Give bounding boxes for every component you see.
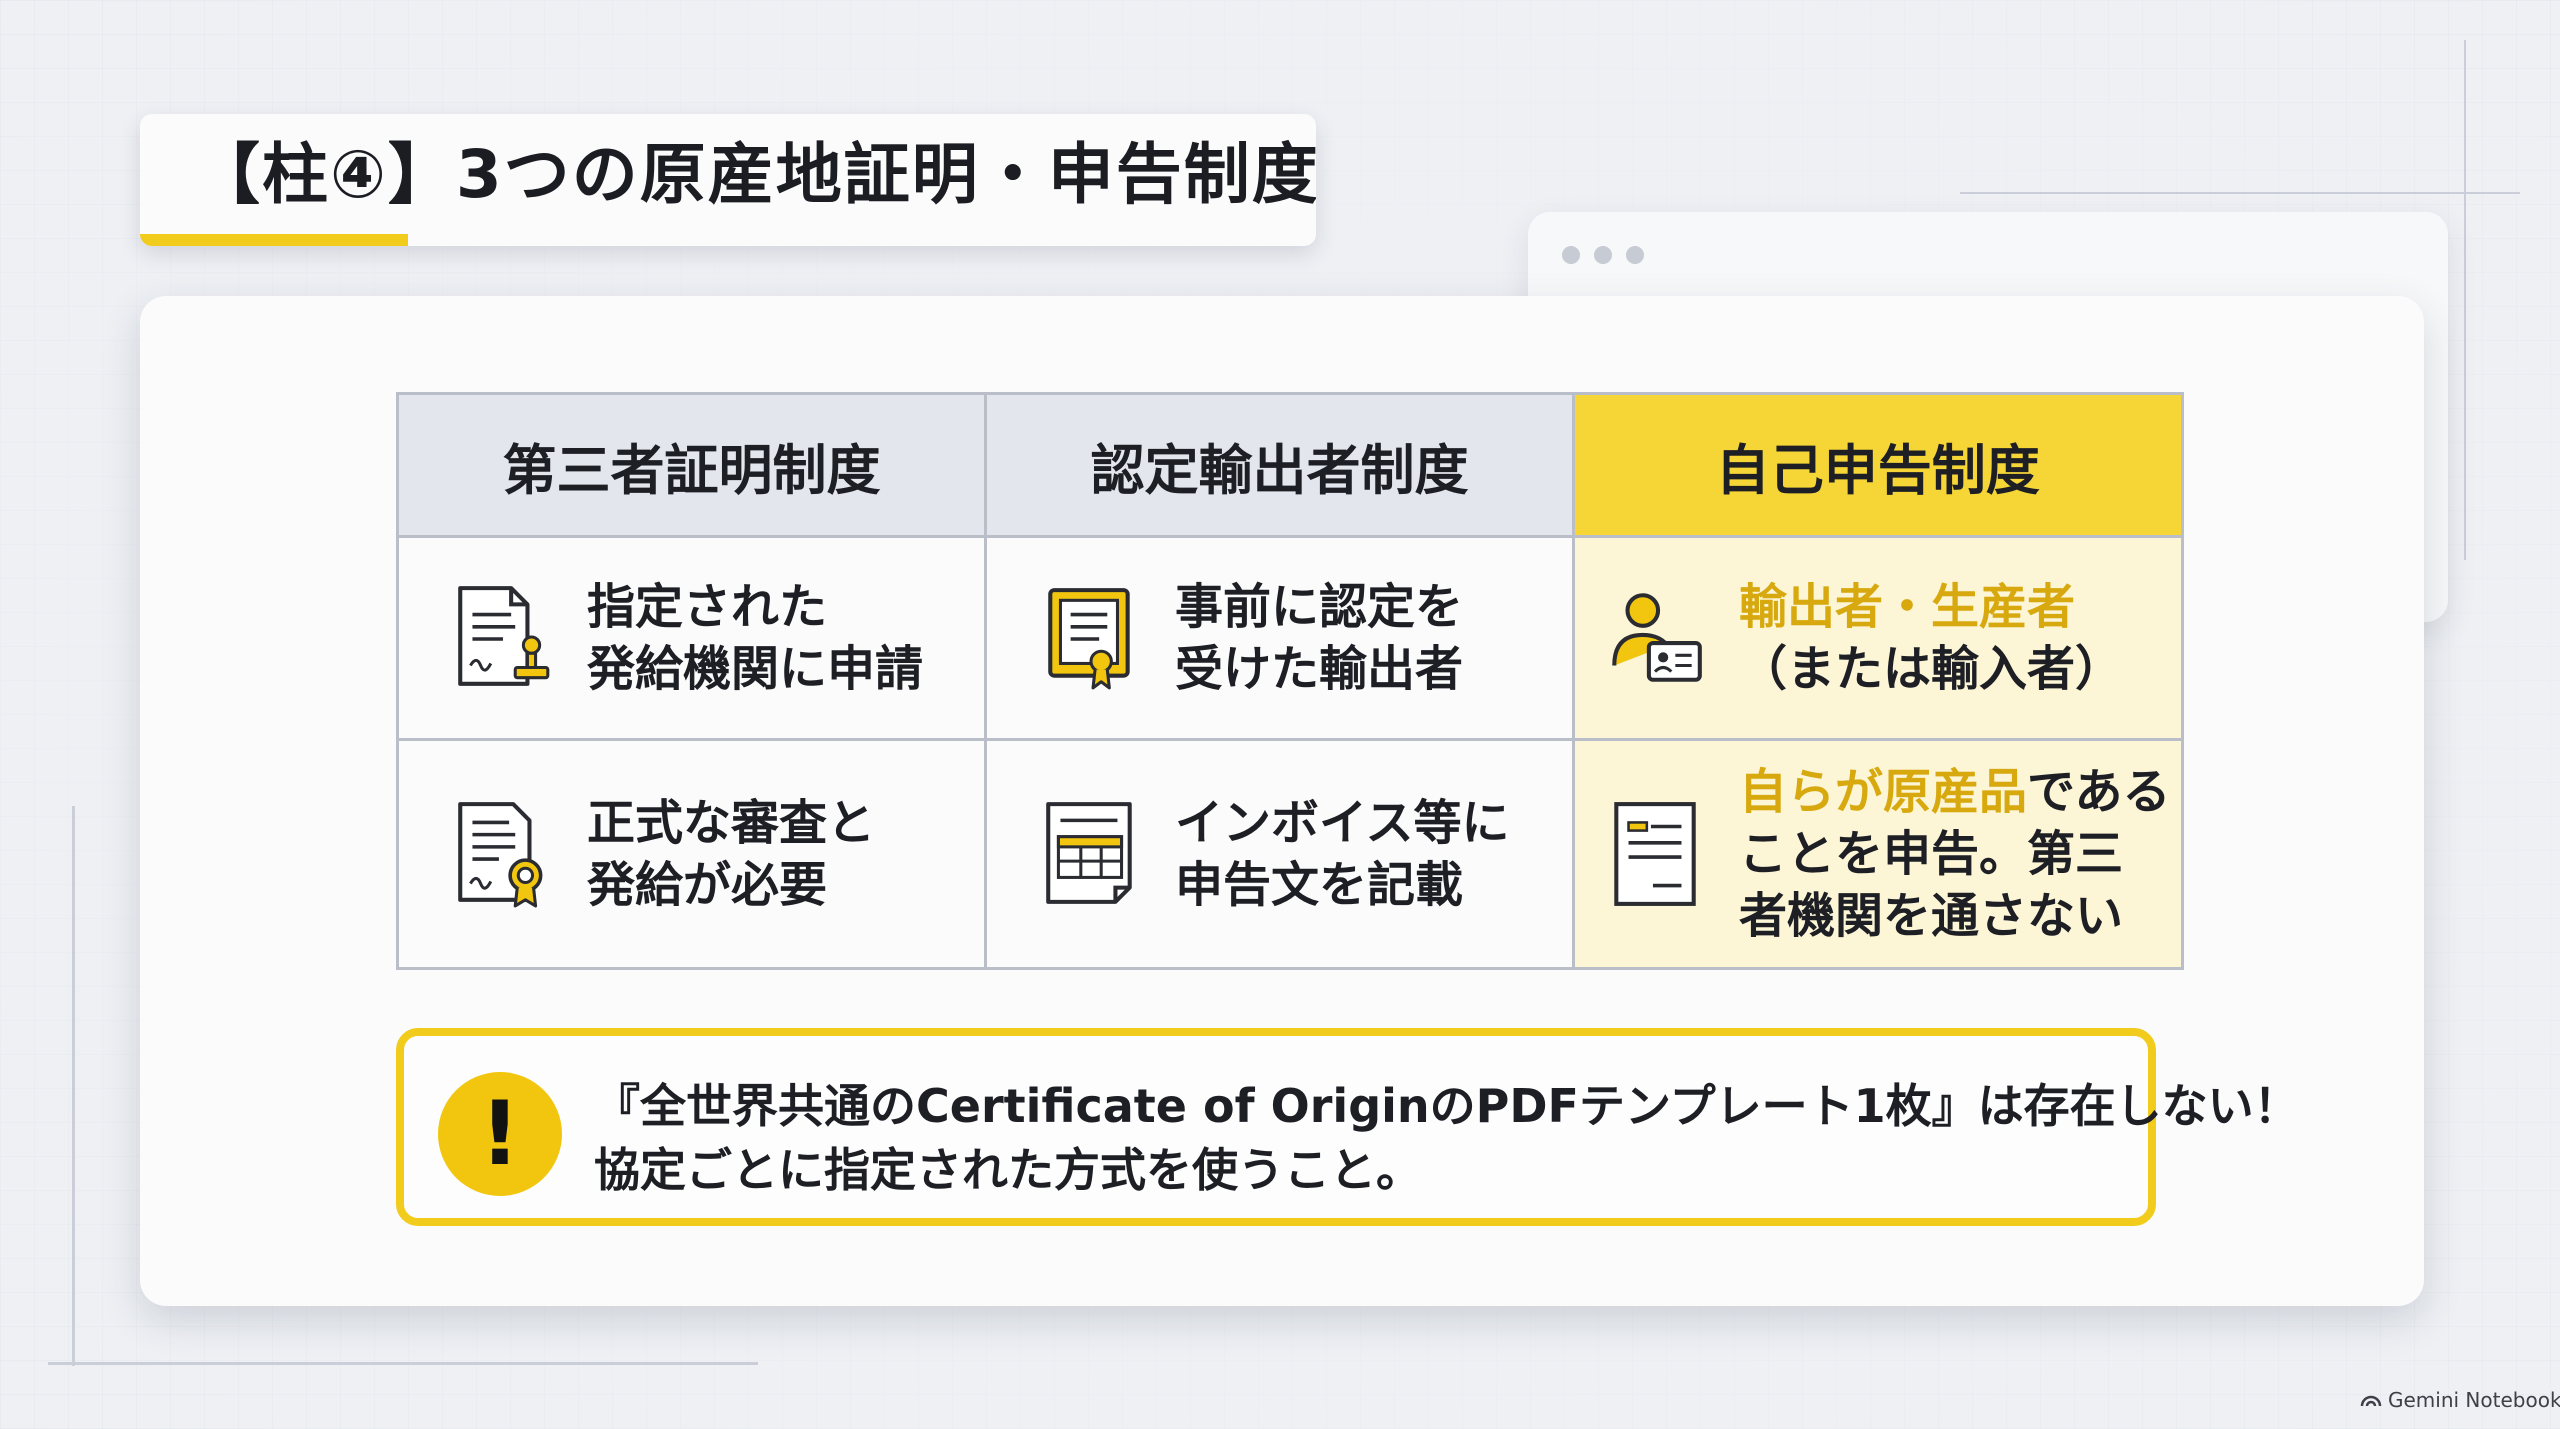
exclamation-icon: ! — [438, 1072, 562, 1196]
document-seal-icon — [458, 802, 543, 908]
warning-line-2: 協定ごとに指定された方式を使うこと。 — [594, 1143, 1422, 1197]
cell-text: 発給が必要 — [587, 857, 828, 913]
brand-watermark: Gemini Notebook — [2360, 1388, 2560, 1412]
header-approved-exporter: 認定輸出者制度 — [984, 392, 1575, 538]
cell-text: 申告文を記載 — [1175, 857, 1464, 913]
window-dots — [1562, 246, 1644, 264]
table-cell: 正式な審査と 発給が必要 — [396, 738, 987, 970]
cell-text: 事前に認定を — [1175, 579, 1464, 635]
cell-text: 正式な審査と — [587, 795, 876, 851]
table-header-row: 第三者証明制度 認定輸出者制度 自己申告制度 — [396, 392, 2184, 538]
notebook-logo-icon — [2360, 1395, 2382, 1407]
decor-axis-horizontal — [48, 1362, 758, 1365]
cell-text: ことを申告。第三 — [1739, 826, 2124, 882]
header-self-declaration: 自己申告制度 — [1572, 392, 2184, 538]
cell-text: である — [2027, 764, 2171, 820]
cell-text: 者機関を通さない — [1739, 888, 2124, 944]
cell-text: 受けた輸出者 — [1175, 641, 1464, 697]
title-accent-bar — [140, 234, 408, 246]
header-third-party: 第三者証明制度 — [396, 392, 987, 538]
comparison-table: 第三者証明制度 認定輸出者制度 自己申告制度 指定された 発給機関に申請 事前に… — [396, 392, 2184, 970]
cell-text: 発給機関に申請 — [587, 641, 924, 697]
cell-text-accent: 輸出者・生産者 — [1739, 579, 2076, 635]
table-cell: 自らが原産品である ことを申告。第三 者機関を通さない — [1572, 738, 2184, 970]
cell-text: 指定された — [587, 579, 828, 635]
table-row: 指定された 発給機関に申請 事前に認定を 受けた輸出者 輸出者・生産者 （または… — [396, 535, 2184, 741]
table-cell: 事前に認定を 受けた輸出者 — [984, 535, 1575, 741]
invoice-icon — [1046, 802, 1132, 904]
cell-text-accent: 自らが原産品 — [1739, 764, 2028, 820]
table-row: 正式な審査と 発給が必要 インボイス等に 申告文を記載 自らが原産品である こと… — [396, 738, 2184, 970]
window-dot — [1594, 246, 1612, 264]
cell-text: インボイス等に — [1175, 795, 1510, 851]
certificate-icon — [1048, 588, 1130, 690]
stamped-document-icon — [458, 586, 550, 686]
brand-label: Gemini Notebook — [2388, 1388, 2560, 1412]
declaration-document-icon — [1614, 802, 1696, 906]
title-box: 【柱④】3つの原産地証明・申告制度 — [140, 114, 1316, 246]
decor-line-top-right — [1960, 192, 2520, 194]
decor-line-right — [2464, 40, 2466, 560]
cell-text: （または輸入者） — [1739, 641, 2124, 697]
warning-line-1: 『全世界共通のCertificate of OriginのPDFテンプレート1枚… — [594, 1079, 2300, 1133]
window-dot — [1626, 246, 1644, 264]
table-cell: 指定された 発給機関に申請 — [396, 535, 987, 741]
warning-box: ! 『全世界共通のCertificate of OriginのPDFテンプレート… — [396, 1028, 2300, 1226]
page-title: 【柱④】3つの原産地証明・申告制度 — [194, 136, 1316, 213]
table-cell: 輸出者・生産者 （または輸入者） — [1572, 535, 2184, 741]
person-id-card-icon — [1612, 593, 1702, 682]
table-cell: インボイス等に 申告文を記載 — [984, 738, 1575, 970]
decor-axis-vertical — [72, 806, 75, 1366]
window-dot — [1562, 246, 1580, 264]
